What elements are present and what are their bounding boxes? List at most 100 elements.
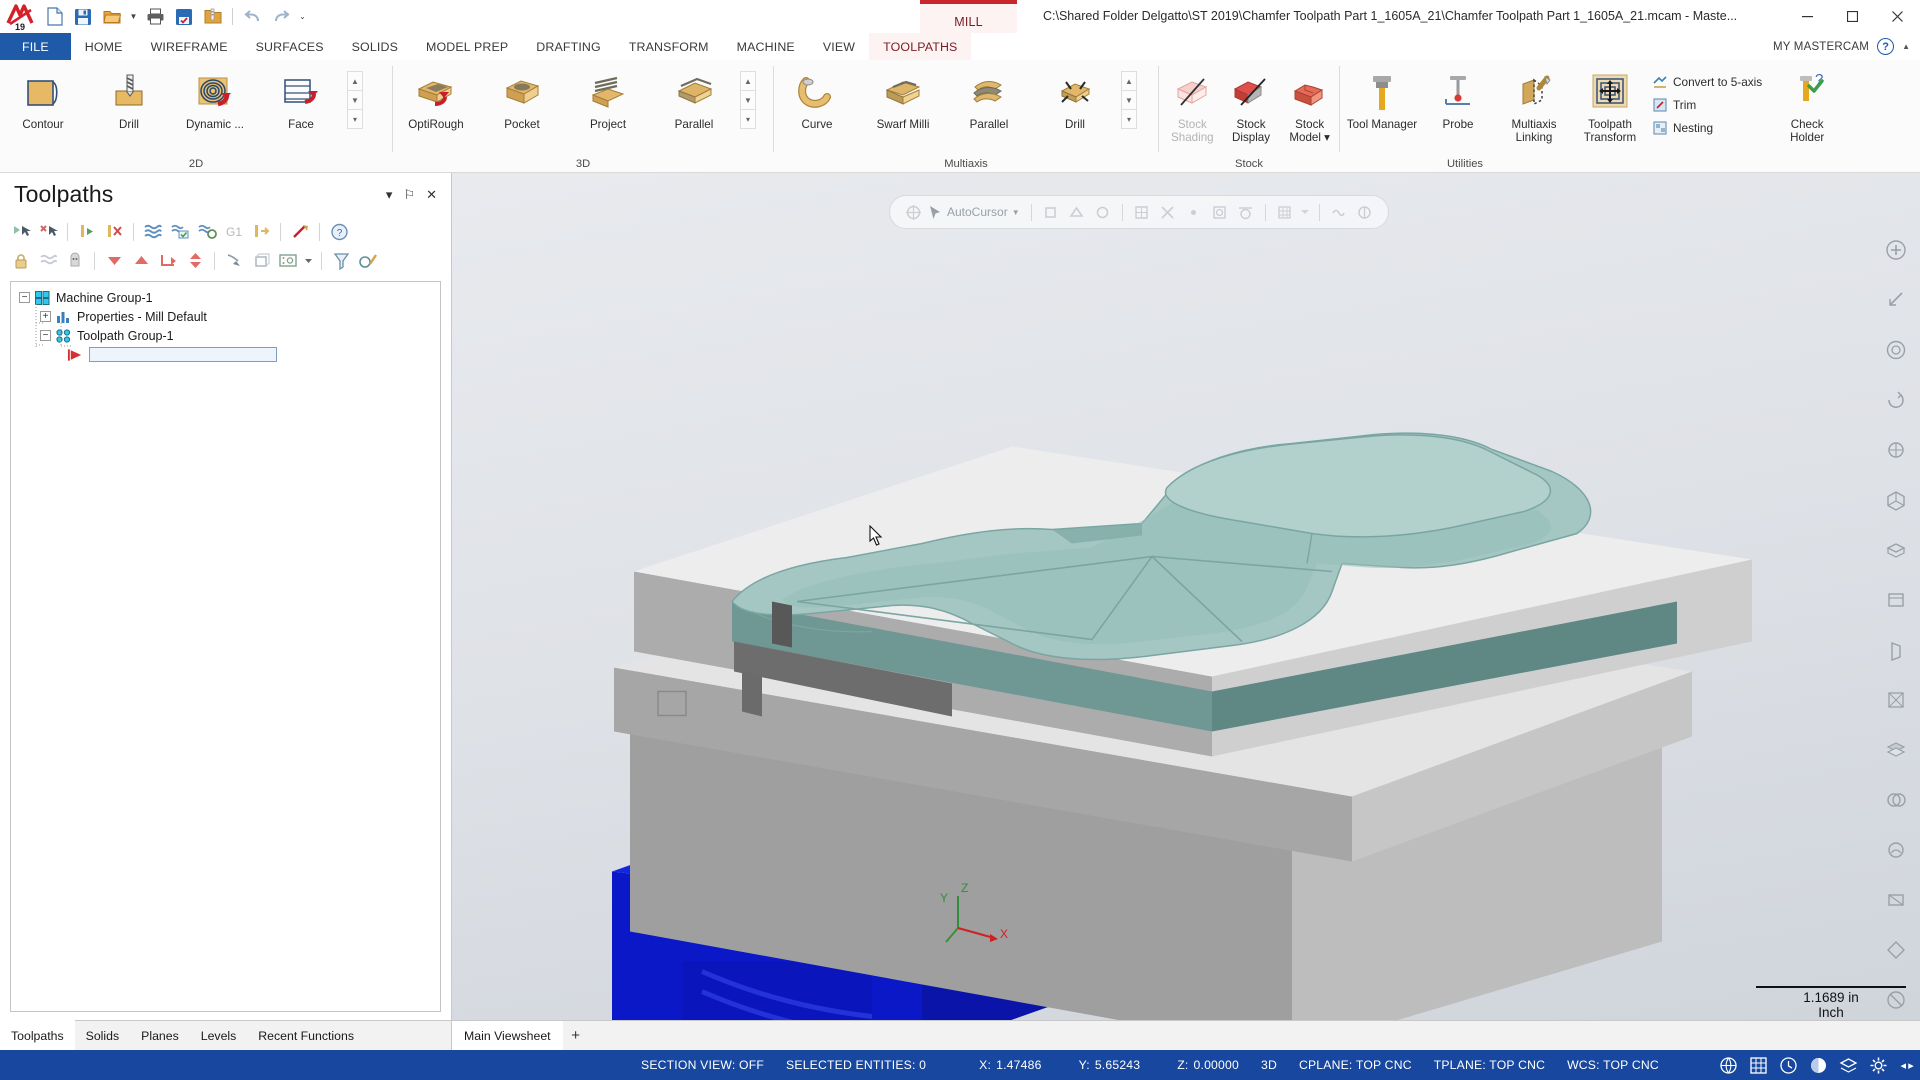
close-button[interactable] — [1875, 0, 1920, 33]
tab-recent-functions-panel[interactable]: Recent Functions — [247, 1021, 365, 1050]
high-speed-toolpath-icon[interactable] — [248, 219, 274, 244]
tab-solids[interactable]: SOLIDS — [338, 33, 412, 60]
scroll-down-icon[interactable]: ▼ — [1121, 90, 1137, 110]
snap-along-icon[interactable] — [1354, 201, 1376, 223]
dynamic-rotate-icon[interactable] — [1875, 375, 1917, 424]
tab-drafting[interactable]: DRAFTING — [522, 33, 615, 60]
planes-grid-icon[interactable] — [1745, 1052, 1772, 1078]
status-nav-arrows[interactable]: ◂ ▸ — [1895, 1059, 1914, 1072]
panel-pin-button[interactable]: ⚐ — [403, 188, 415, 201]
regenerate-selected-icon[interactable] — [74, 219, 100, 244]
level-display-icon[interactable] — [1835, 1052, 1862, 1078]
scroll-down-icon[interactable]: ▼ — [740, 90, 756, 110]
tab-solids-panel[interactable]: Solids — [75, 1021, 131, 1050]
contour-button[interactable]: Contour — [0, 67, 86, 131]
scroll-more-icon[interactable]: ▾ — [1121, 109, 1137, 129]
mastercam-logo-icon[interactable]: 19 — [4, 3, 38, 31]
globe-wcs-icon[interactable] — [1715, 1052, 1742, 1078]
dynamic-mill-button[interactable]: Dynamic ... — [172, 67, 258, 131]
trim-button[interactable]: Trim — [1648, 94, 1768, 115]
multiaxis-linking-button[interactable]: Multiaxis Linking — [1496, 67, 1572, 144]
front-view-icon[interactable] — [1875, 575, 1917, 624]
scroll-up-icon[interactable]: ▲ — [1121, 71, 1137, 91]
backplot-selected-icon[interactable] — [140, 219, 166, 244]
tab-planes-panel[interactable]: Planes — [130, 1021, 190, 1050]
probe-button[interactable]: Probe — [1420, 67, 1496, 131]
clock-history-icon[interactable] — [1775, 1052, 1802, 1078]
tool-manager-button[interactable]: Tool Manager — [1344, 67, 1420, 131]
status-section-view[interactable]: SECTION VIEW: OFF — [630, 1058, 775, 1072]
group-2d-scroller[interactable]: ▲ ▼ ▾ — [347, 71, 363, 129]
nav-next-icon[interactable]: ▸ — [1908, 1059, 1914, 1072]
expander-icon[interactable]: − — [19, 292, 30, 303]
drill-button[interactable]: Drill — [86, 67, 172, 131]
single-display-icon[interactable] — [248, 248, 274, 273]
snap-intersection-icon[interactable] — [1157, 201, 1179, 223]
tab-file[interactable]: FILE — [0, 33, 71, 60]
g1-post-icon[interactable]: G1 — [221, 219, 247, 244]
add-viewsheet-button[interactable]: + — [563, 1021, 589, 1050]
pocket-3d-button[interactable]: Pocket — [479, 67, 565, 131]
toolpath-tree[interactable]: − Machine Group-1 + Properties - Mill De… — [10, 281, 441, 1012]
scroll-up-icon[interactable]: ▲ — [740, 71, 756, 91]
zip2go-button[interactable] — [199, 4, 227, 30]
snap-tangent-icon[interactable] — [1235, 201, 1257, 223]
move-down-icon[interactable] — [101, 248, 127, 273]
stock-display-button[interactable]: Stock Display — [1222, 67, 1281, 144]
tree-item-properties[interactable]: + Properties - Mill Default — [15, 307, 436, 326]
panel-minimize-button[interactable]: ▾ — [386, 188, 393, 201]
nav-prev-icon[interactable]: ◂ — [1901, 1059, 1907, 1072]
expand-collapse-icon[interactable] — [182, 248, 208, 273]
scroll-down-icon[interactable]: ▼ — [347, 90, 363, 110]
wireframe-shade-icon[interactable] — [1875, 675, 1917, 724]
face-button[interactable]: Face — [258, 67, 344, 131]
my-mastercam-link[interactable]: MY MASTERCAM — [1773, 41, 1869, 53]
options-dropdown-icon[interactable] — [302, 248, 315, 273]
unzoom-icon[interactable] — [1875, 325, 1917, 374]
mill-context-tab[interactable]: MILL — [920, 0, 1017, 33]
open-file-button[interactable] — [98, 4, 126, 30]
tab-toolpaths-panel[interactable]: Toolpaths — [0, 1020, 75, 1050]
tree-item-insert-arrow[interactable] — [15, 345, 436, 364]
help-question-icon[interactable]: ? — [1877, 38, 1895, 55]
pan-icon[interactable] — [1875, 425, 1917, 474]
tab-wireframe[interactable]: WIREFRAME — [137, 33, 242, 60]
autocursor-target-icon[interactable] — [902, 201, 924, 223]
print-button[interactable] — [141, 4, 169, 30]
sphere-shading-icon[interactable] — [1805, 1052, 1832, 1078]
check-holder-button[interactable]: ? Check Holder — [1774, 67, 1840, 144]
post-selected-icon[interactable] — [287, 219, 313, 244]
snap-nearest-icon[interactable] — [1209, 201, 1231, 223]
group-3d-scroller[interactable]: ▲ ▼ ▾ — [740, 71, 756, 129]
project-3d-button[interactable]: Project — [565, 67, 651, 131]
deselect-all-operations-icon[interactable] — [35, 219, 61, 244]
fit-screen-icon[interactable] — [1875, 225, 1917, 274]
parallel-3d-button[interactable]: Parallel — [651, 67, 737, 131]
snap-quadrant-icon[interactable] — [1131, 201, 1153, 223]
scroll-up-icon[interactable]: ▲ — [347, 71, 363, 91]
curve-multiaxis-button[interactable]: Curve — [774, 67, 860, 131]
select-all-operations-icon[interactable] — [8, 219, 34, 244]
tab-levels-panel[interactable]: Levels — [190, 1021, 248, 1050]
machine-group-options-icon[interactable] — [275, 248, 301, 273]
tree-item-machine-group[interactable]: − Machine Group-1 — [15, 288, 436, 307]
tab-model-prep[interactable]: MODEL PREP — [412, 33, 522, 60]
graphics-viewport[interactable]: AutoCursor ▼ Z Y X 1.1689 in Inch Main V… — [452, 173, 1920, 1050]
only-selected-icon[interactable] — [221, 248, 247, 273]
new-file-button[interactable] — [40, 4, 68, 30]
advanced-display-icon[interactable] — [355, 248, 381, 273]
right-view-icon[interactable] — [1875, 625, 1917, 674]
isometric-view-icon[interactable] — [1875, 475, 1917, 524]
customize-qat-button[interactable]: ⌄ — [296, 4, 309, 30]
tree-rename-input[interactable] — [89, 347, 277, 362]
tree-item-toolpath-group[interactable]: − Toolpath Group-1 — [15, 326, 436, 345]
snap-relative-icon[interactable] — [1328, 201, 1350, 223]
snap-endpoint-icon[interactable] — [1040, 201, 1062, 223]
group-multiaxis-scroller[interactable]: ▲ ▼ ▾ — [1121, 71, 1137, 129]
status-tplane[interactable]: TPLANE: TOP CNC — [1423, 1058, 1556, 1072]
tab-toolpaths[interactable]: TOOLPATHS — [869, 33, 972, 60]
tab-view[interactable]: VIEW — [809, 33, 869, 60]
snap-midpoint-icon[interactable] — [1066, 201, 1088, 223]
scroll-more-icon[interactable]: ▾ — [347, 109, 363, 129]
config-gear-icon[interactable] — [1865, 1052, 1892, 1078]
